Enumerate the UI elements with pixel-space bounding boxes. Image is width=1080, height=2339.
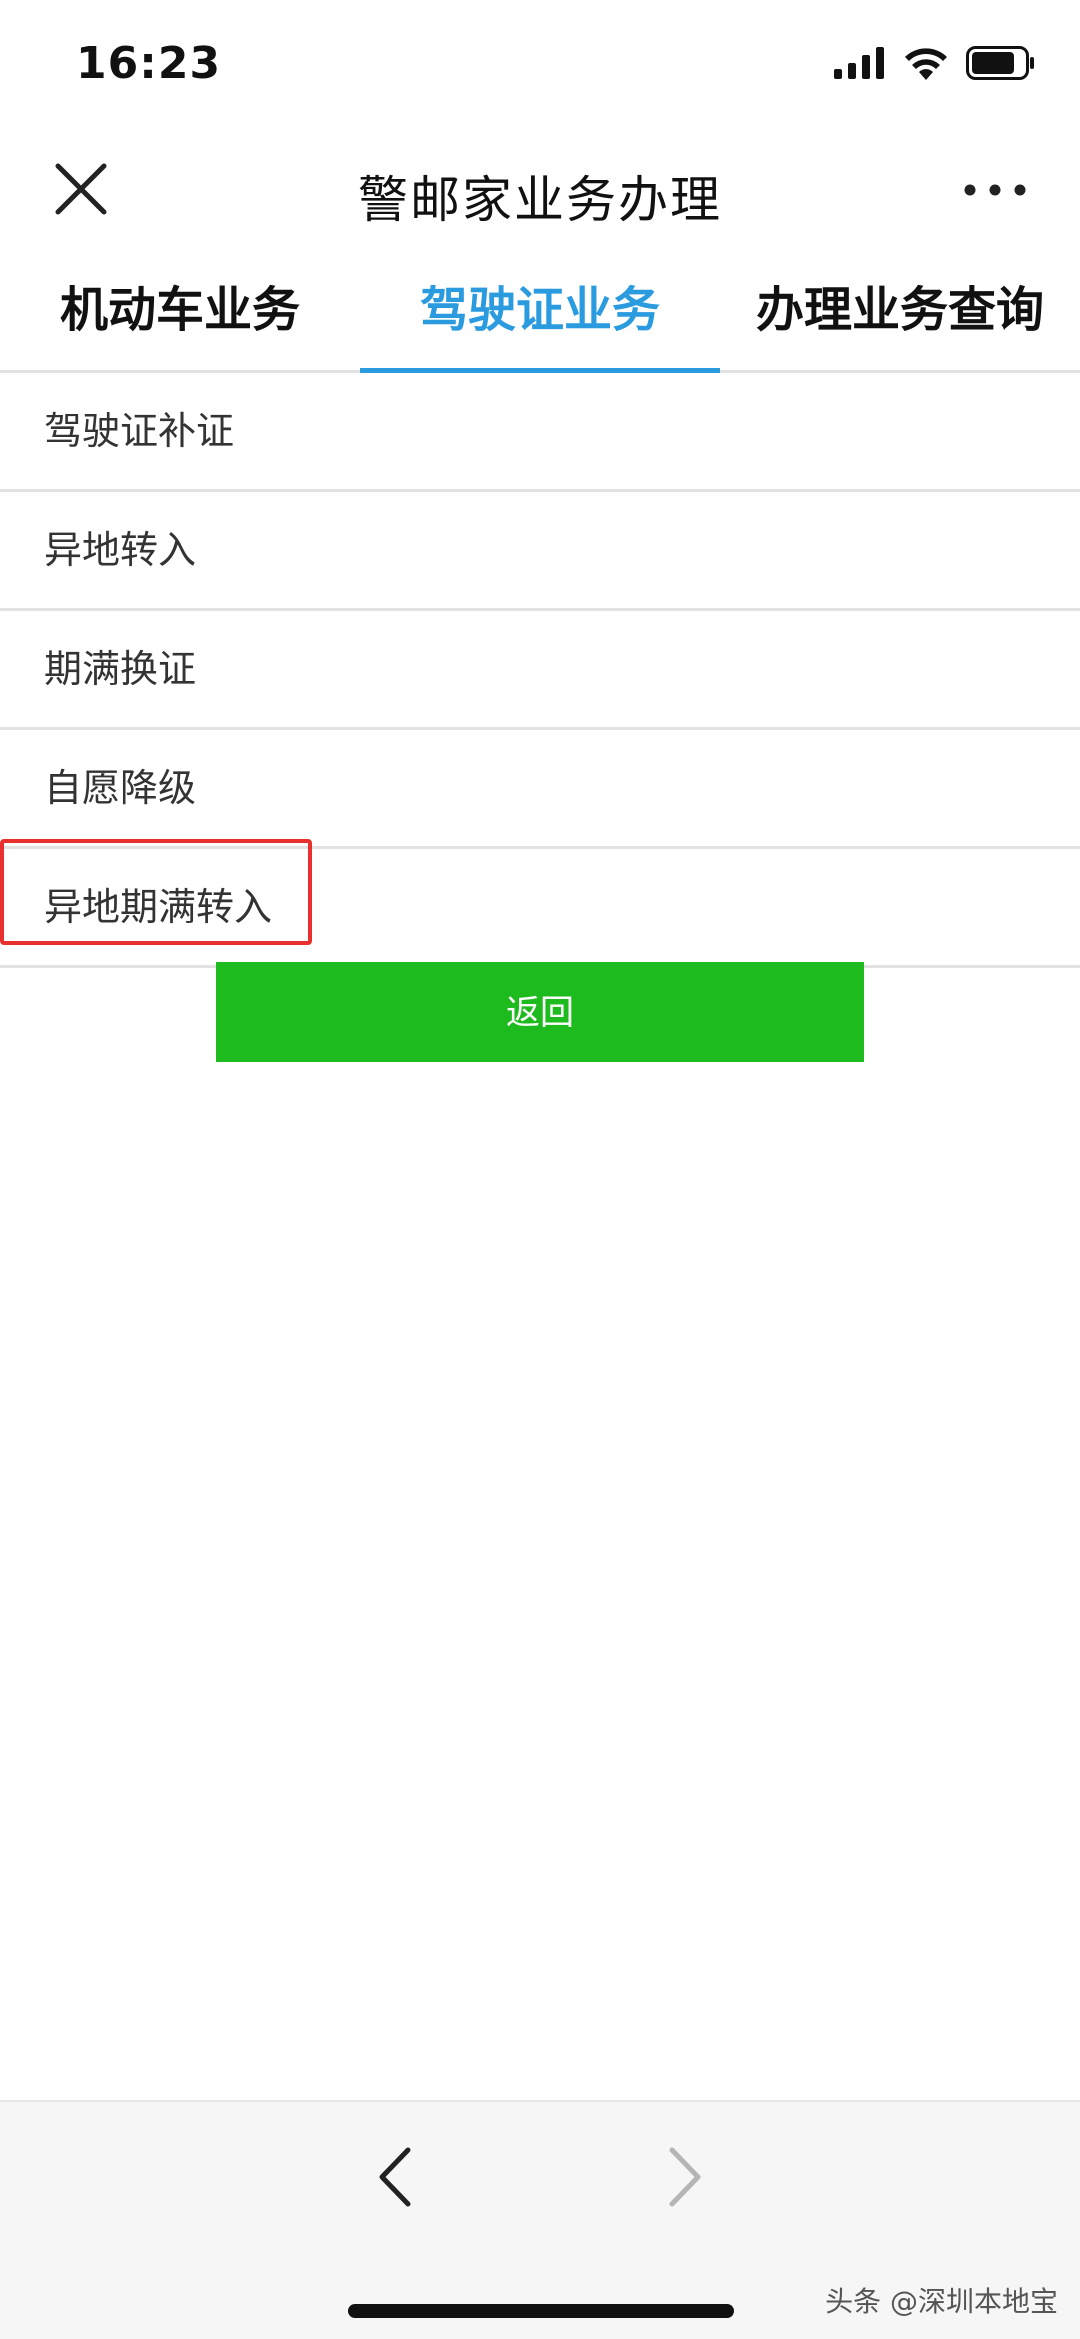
page-title: 警邮家业务办理 [358,171,722,229]
list-item-voluntary-downgrade[interactable]: 自愿降级 [0,730,1080,849]
status-icons [834,46,1036,80]
service-list: 驾驶证补证 异地转入 期满换证 自愿降级 异地期满转入 [0,373,1080,968]
nav-bar: 警邮家业务办理 [0,130,1080,250]
list-item-transfer-in[interactable]: 异地转入 [0,492,1080,611]
signal-icon [834,47,884,79]
list-item-expiry-transfer-in[interactable]: 异地期满转入 [0,849,1080,968]
list-item-expiry-renewal[interactable]: 期满换证 [0,611,1080,730]
battery-icon [966,46,1034,80]
status-bar: 16:23 [0,0,1080,130]
tab-business-query[interactable]: 办理业务查询 [720,250,1080,370]
tab-bar: 机动车业务 驾驶证业务 办理业务查询 [0,250,1080,373]
home-indicator [348,2304,734,2318]
back-button[interactable]: 返回 [216,962,864,1062]
chevron-right-icon[interactable] [660,2142,710,2212]
status-time: 16:23 [76,38,222,89]
list-item-license-reissue[interactable]: 驾驶证补证 [0,373,1080,492]
screen: 16:23 警邮家业务办理 机动车业务 驾驶证业务 办理业务查询 驾驶证补证 异… [0,0,1080,2339]
watermark: 头条 @深圳本地宝 [825,2285,1058,2318]
tab-vehicle-business[interactable]: 机动车业务 [0,250,360,370]
tab-license-business[interactable]: 驾驶证业务 [360,250,720,373]
wifi-icon [905,48,947,80]
chevron-left-icon[interactable] [370,2142,420,2212]
more-icon[interactable] [960,170,1030,210]
